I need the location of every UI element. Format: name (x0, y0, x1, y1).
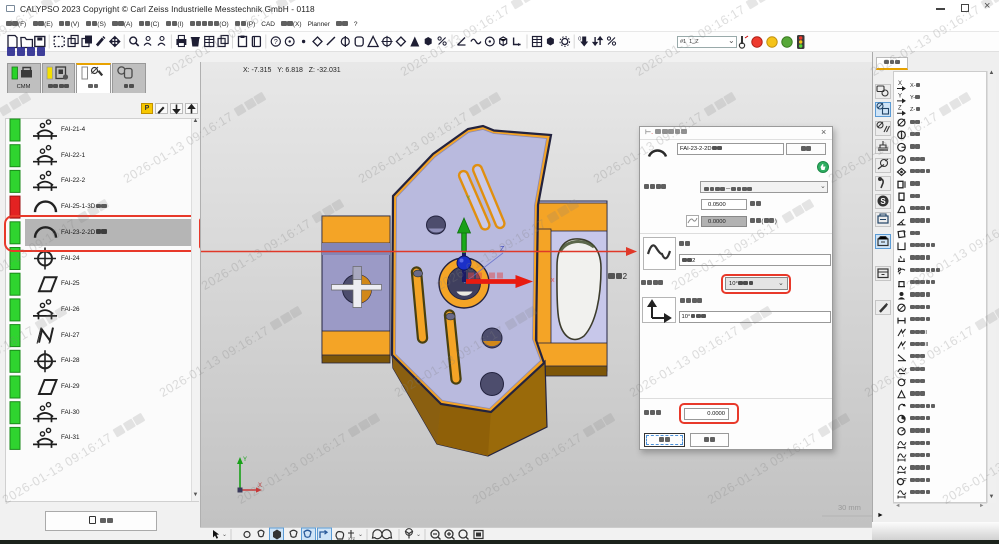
svg-text:I: I (903, 333, 904, 338)
svg-text:II: II (903, 345, 905, 350)
svg-text:X: X (898, 81, 902, 87)
svg-text:Z: Z (898, 106, 902, 112)
svg-text:Y: Y (898, 93, 902, 99)
